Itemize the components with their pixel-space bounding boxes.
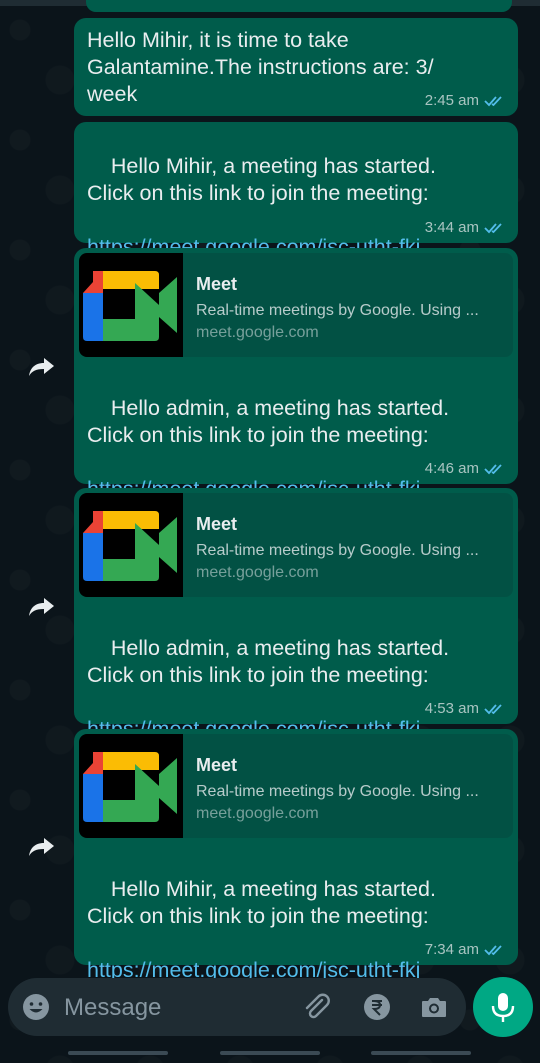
message-composer[interactable]: Message: [8, 978, 466, 1036]
message-bubble[interactable]: Hello Mihir, a meeting has started. Clic…: [74, 122, 518, 259]
microphone-icon: [491, 993, 515, 1022]
preview-domain: meet.google.com: [196, 324, 319, 341]
microphone-button[interactable]: [473, 977, 533, 1037]
message-body: Hello admin, a meeting has started. Clic…: [87, 636, 450, 687]
link-preview[interactable]: Meet Real-time meetings by Google. Using…: [79, 734, 513, 838]
message-time: 4:53 am: [424, 700, 479, 717]
rupee-icon[interactable]: [362, 992, 392, 1022]
link-preview[interactable]: Meet Real-time meetings by Google. Using…: [79, 493, 513, 597]
message-bubble[interactable]: Meet Real-time meetings by Google. Using…: [74, 488, 518, 741]
nav-handle-left[interactable]: [68, 1051, 168, 1055]
message-meta: 3:44 am: [425, 219, 506, 236]
preview-title: Meet: [196, 514, 238, 534]
forward-icon[interactable]: [26, 590, 58, 622]
preview-description: Real-time meetings by Google. Using ...: [196, 542, 479, 559]
message-time: 2:45 am: [424, 92, 479, 109]
message-meta: 2:45 am: [425, 92, 506, 109]
message-bubble[interactable]: Meet Real-time meetings by Google. Using…: [74, 248, 518, 501]
message-body: Hello Mihir, a meeting has started. Clic…: [87, 877, 436, 928]
message-time: 7:34 am: [424, 941, 479, 958]
message-meta: 4:46 am: [425, 460, 506, 477]
preview-title: Meet: [196, 755, 238, 775]
google-meet-logo: [79, 253, 183, 357]
message-time: 4:46 am: [424, 460, 479, 477]
message-body: Hello Mihir, a meeting has started. Clic…: [87, 154, 436, 205]
message-body: Hello admin, a meeting has started. Clic…: [87, 396, 450, 447]
preview-title: Meet: [196, 274, 238, 294]
forward-icon[interactable]: [26, 830, 58, 862]
message-bubble[interactable]: Meet Real-time meetings by Google. Using…: [74, 729, 518, 982]
emoji-icon[interactable]: [21, 992, 51, 1022]
camera-icon[interactable]: [419, 992, 449, 1022]
preview-description: Real-time meetings by Google. Using ...: [196, 783, 479, 800]
paperclip-icon[interactable]: [302, 992, 332, 1022]
message-meta: 7:34 am: [425, 941, 506, 958]
link-preview[interactable]: Meet Real-time meetings by Google. Using…: [79, 253, 513, 357]
message-time: 3:44 am: [424, 219, 479, 236]
message-meta: 4:53 am: [425, 700, 506, 717]
nav-handle-right[interactable]: [371, 1051, 471, 1055]
google-meet-logo: [79, 734, 183, 838]
google-meet-logo: [79, 493, 183, 597]
message-bubble[interactable]: Hello Mihir, it is time to take Galantam…: [74, 18, 518, 116]
double-check-icon: [484, 463, 502, 474]
preview-domain: meet.google.com: [196, 564, 319, 581]
preview-domain: meet.google.com: [196, 805, 319, 822]
double-check-icon: [484, 95, 502, 106]
forward-icon[interactable]: [26, 350, 58, 382]
previous-message-edge: [86, 0, 512, 12]
double-check-icon: [484, 944, 502, 955]
double-check-icon: [484, 703, 502, 714]
message-input[interactable]: Message: [64, 994, 161, 1022]
double-check-icon: [484, 222, 502, 233]
preview-description: Real-time meetings by Google. Using ...: [196, 302, 479, 319]
nav-handle-center[interactable]: [220, 1051, 320, 1055]
